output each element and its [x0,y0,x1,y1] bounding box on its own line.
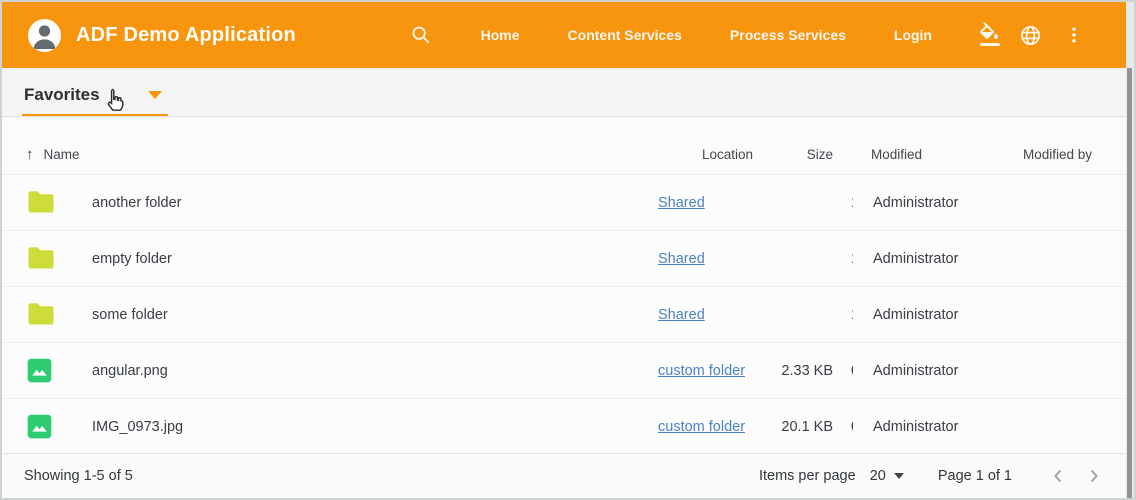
color-fill-icon [977,22,1001,46]
language-button[interactable] [1010,15,1050,55]
table-body: another folder Shared 16/08/2017 13:09 A… [2,175,1134,455]
header-nav: Home Content Services Process Services L… [457,17,956,53]
search-button[interactable] [401,15,441,55]
file-name[interactable]: another folder [92,195,658,211]
location-link[interactable]: custom folder [658,419,745,435]
file-name[interactable]: IMG_0973.jpg [92,419,658,435]
modified-date: 07/08/2017 14:13 [833,363,853,379]
modified-by: Administrator [853,251,1003,267]
location-link[interactable]: custom folder [658,363,745,379]
more-vert-icon [1064,25,1084,45]
column-header-modified[interactable]: Modified [853,147,1003,162]
table-row[interactable]: another folder Shared 16/08/2017 13:09 A… [2,175,1134,231]
sort-ascending-icon: ↑ [26,146,34,163]
document-list: ↑ Name Location Size Modified Modified b… [2,117,1134,455]
table-header-row: ↑ Name Location Size Modified Modified b… [2,135,1134,175]
search-icon [410,24,432,46]
modified-date: 16/08/2017 13:09 [833,195,853,211]
nav-item-home[interactable]: Home [457,17,544,53]
image-icon [26,413,53,440]
file-name[interactable]: empty folder [92,251,658,267]
image-icon [26,357,53,384]
select-caret-icon [894,473,904,479]
table-row[interactable]: angular.png custom folder 2.33 KB 07/08/… [2,343,1134,399]
app-window: ADF Demo Application Home Content Servic… [0,0,1136,500]
file-name[interactable]: angular.png [92,363,658,379]
app-title: ADF Demo Application [76,24,296,47]
table-row[interactable]: IMG_0973.jpg custom folder 20.1 KB 07/08… [2,399,1134,455]
user-silhouette-icon [28,19,61,52]
modified-by: Administrator [853,419,1003,435]
chevron-right-icon [1085,467,1103,485]
theme-underline [980,43,1000,46]
file-size: 2.33 KB [763,363,833,379]
items-per-page-select[interactable]: 20 [870,468,904,484]
column-header-name[interactable]: ↑ Name [26,146,658,163]
location-link[interactable]: Shared [658,195,705,211]
file-name[interactable]: some folder [92,307,658,323]
column-label: Name [44,147,80,162]
file-size: 20.1 KB [763,419,833,435]
scrollbar-thumb[interactable] [1127,68,1132,498]
modified-by: Administrator [853,195,1003,211]
items-per-page-label: Items per page [759,468,856,484]
view-toolbar: Favorites [2,68,1134,117]
more-menu-button[interactable] [1054,15,1094,55]
nav-item-login[interactable]: Login [870,17,956,53]
favorites-dropdown[interactable]: Favorites [22,85,168,116]
folder-icon [26,246,56,271]
avatar[interactable] [28,19,61,52]
previous-page-button[interactable] [1040,458,1076,494]
chevron-left-icon [1049,467,1067,485]
next-page-button[interactable] [1076,458,1112,494]
favorites-label: Favorites [24,85,100,105]
folder-icon [26,302,56,327]
scrollbar-track[interactable] [1126,2,1134,498]
table-row[interactable]: some folder Shared 16/08/2017 13:08 Admi… [2,287,1134,343]
theme-picker-button[interactable] [970,15,1010,55]
pagination-footer: Showing 1-5 of 5 Items per page 20 Page … [2,453,1126,498]
dropdown-caret-icon [148,91,162,99]
modified-by: Administrator [853,363,1003,379]
column-header-location[interactable]: Location [658,147,763,162]
table-row[interactable]: empty folder Shared 16/08/2017 13:09 Adm… [2,231,1134,287]
modified-by: Administrator [853,307,1003,323]
location-link[interactable]: Shared [658,307,705,323]
column-header-modified-by[interactable]: Modified by [1003,147,1110,162]
modified-date: 16/08/2017 13:09 [833,251,853,267]
column-header-size[interactable]: Size [763,147,833,162]
globe-icon [1019,24,1042,47]
app-header: ADF Demo Application Home Content Servic… [2,2,1134,68]
modified-date: 16/08/2017 13:08 [833,307,853,323]
location-link[interactable]: Shared [658,251,705,267]
items-per-page-value: 20 [870,468,886,484]
folder-icon [26,190,56,215]
modified-date: 07/08/2017 14:13 [833,419,853,435]
nav-item-process-services[interactable]: Process Services [706,17,870,53]
nav-item-content-services[interactable]: Content Services [544,17,706,53]
showing-count: Showing 1-5 of 5 [24,468,133,484]
page-indicator: Page 1 of 1 [938,468,1012,484]
